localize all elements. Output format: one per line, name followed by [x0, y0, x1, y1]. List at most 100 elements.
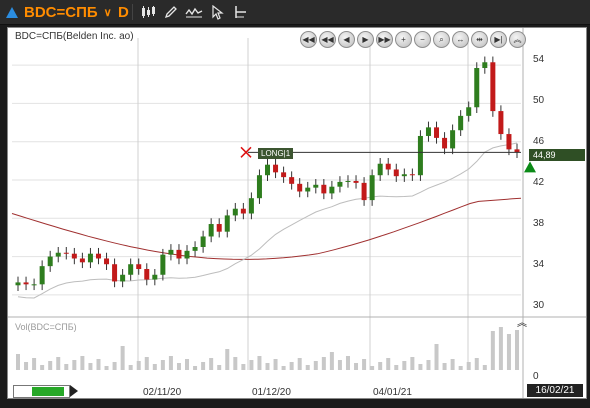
candle-body [490, 62, 496, 112]
candle-body [144, 269, 150, 280]
draw-pencil-icon[interactable] [161, 2, 181, 22]
volume-bar [394, 365, 399, 370]
candle-body [87, 253, 93, 263]
volume-bar [80, 356, 85, 370]
candle-body [506, 134, 512, 150]
volume-bar [410, 357, 415, 370]
scroll-end-button[interactable]: ▶| [490, 31, 507, 48]
volume-tick-label: 0 [533, 371, 539, 382]
volume-bar [249, 360, 254, 370]
candle-body [281, 172, 287, 178]
candle-body [273, 164, 279, 173]
volume-bar [426, 360, 431, 370]
candle-body [216, 224, 222, 232]
candle-body [200, 236, 206, 247]
volume-bar [289, 362, 294, 370]
price-chart[interactable]: ︽ BDC=СПБ(Belden Inc. ao) Vol(BDC=СПБ) ◀… [7, 27, 587, 399]
volume-bar [96, 359, 101, 370]
chart-toolbar: BDC=СПБ ∨ D [0, 0, 590, 25]
cursor-date-label: 16/02/21 [527, 384, 583, 397]
candle-body [393, 169, 399, 177]
volume-bar [321, 357, 326, 370]
volume-bar [120, 346, 125, 370]
chevron-down-icon[interactable]: ∨ [104, 6, 112, 19]
y-tick-label: 50 [533, 95, 545, 106]
volume-bar [458, 366, 463, 370]
candle-body [248, 198, 254, 214]
candle-body [417, 135, 423, 176]
candle-body [15, 282, 21, 286]
volume-bar [176, 363, 181, 370]
volume-bar [313, 361, 318, 370]
candle-body [120, 274, 126, 282]
compress-horizontal-button[interactable]: ⇹ [471, 31, 488, 48]
volume-bar [378, 362, 383, 370]
candlestick-chart-icon[interactable] [138, 2, 158, 22]
y-tick-label: 34 [533, 259, 545, 270]
volume-bar [24, 362, 29, 370]
zoom-in-button[interactable]: + [395, 31, 412, 48]
volume-bar [442, 363, 447, 370]
candle-body [79, 258, 85, 263]
candle-body [47, 256, 53, 267]
volume-bar [281, 366, 286, 370]
volume-bar [345, 356, 350, 370]
ticker-label: BDC=СПБ [24, 3, 98, 21]
candle-body [385, 163, 391, 170]
volume-bar [193, 366, 198, 370]
volume-bar [474, 358, 479, 370]
y-tick-label: 42 [533, 177, 545, 188]
volume-bar [56, 357, 61, 370]
candle-body [498, 111, 504, 135]
volume-bar [225, 349, 230, 370]
expand-horizontal-button[interactable]: ↔ [452, 31, 469, 48]
candle-body [401, 174, 407, 177]
volume-bar [297, 358, 302, 370]
candle-body [377, 163, 383, 176]
scroll-start-button[interactable]: ◀◀ [300, 31, 317, 48]
buy-signal-arrow-icon [524, 161, 536, 173]
volume-bar [490, 331, 495, 370]
chart-settings-icon[interactable] [231, 2, 251, 22]
candle-body [208, 224, 214, 237]
volume-bar [136, 361, 141, 370]
volume-bar [32, 358, 37, 370]
scroll-back-fast-button[interactable]: ◀◀ [319, 31, 336, 48]
candle-body [55, 252, 61, 257]
chart-scrollbar[interactable] [13, 385, 70, 398]
volume-bar [64, 364, 69, 370]
candle-body [152, 274, 158, 280]
candle-body [442, 137, 448, 149]
volume-bar [273, 359, 278, 370]
volume-bar [265, 363, 270, 370]
candle-body [289, 177, 295, 184]
chart-canvas[interactable]: ︽ [8, 28, 586, 398]
long-signal-label[interactable]: LONG|1 [258, 148, 294, 159]
candle-body [240, 208, 246, 214]
candle-body [305, 187, 311, 192]
scrollbar-thumb[interactable] [32, 387, 64, 396]
scroll-back-button[interactable]: ◀ [338, 31, 355, 48]
volume-bar [152, 364, 157, 370]
scroll-forward-fast-button[interactable]: ▶▶ [376, 31, 393, 48]
volume-bar [217, 365, 222, 370]
candle-body [265, 164, 270, 176]
indicator-wave-icon[interactable] [184, 2, 204, 22]
zoom-fit-button[interactable]: ⌕ [433, 31, 450, 48]
volume-bar [450, 359, 455, 370]
scroll-right-arrow-icon[interactable] [70, 385, 78, 397]
candle-body [112, 264, 118, 282]
volume-bar [329, 352, 334, 370]
period-selector[interactable]: D [118, 2, 129, 22]
candle-body [313, 184, 319, 188]
x-tick-label: 01/12/20 [252, 387, 291, 398]
volume-bar [482, 365, 487, 370]
ticker-selector[interactable]: BDC=СПБ ∨ [6, 2, 112, 22]
x-tick-label: 02/11/20 [143, 387, 182, 398]
collapse-panel-button[interactable]: ︽ [509, 31, 526, 48]
candle-body [337, 181, 343, 187]
pointer-cursor-icon[interactable] [208, 2, 228, 22]
scroll-forward-button[interactable]: ▶ [357, 31, 374, 48]
candle-body [256, 175, 262, 199]
zoom-out-button[interactable]: − [414, 31, 431, 48]
